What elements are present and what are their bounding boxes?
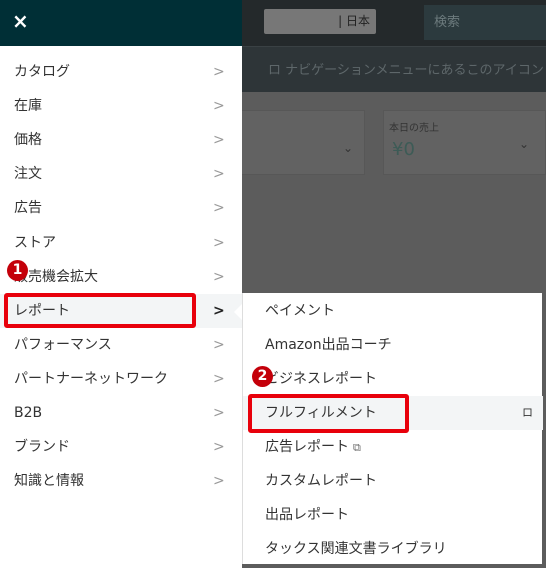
menu-item-label: パートナーネットワーク [14, 370, 168, 387]
search-input[interactable]: 検索 [424, 5, 546, 40]
submenu-item[interactable]: ビジネスレポート [243, 362, 543, 396]
chevron-right-icon: > [213, 405, 225, 421]
chevron-right-icon: > [213, 98, 225, 115]
menu-item[interactable]: 広告 > [0, 191, 242, 225]
menu-item-label: ブランド [14, 439, 70, 456]
submenu-item-label: タックス関連文書ライブラリ [265, 541, 447, 557]
menu-header: × [0, 0, 242, 46]
sales-label: 本日の売上 [389, 123, 439, 134]
close-icon[interactable]: × [12, 9, 29, 33]
chevron-right-icon: > [213, 268, 225, 285]
chevron-right-icon: > [213, 370, 225, 387]
menu-item-label: 知識と情報 [14, 473, 84, 490]
step-badge-1: 1 [7, 260, 28, 281]
menu-item-label: 価格 [14, 132, 42, 149]
submenu-item-label: ビジネスレポート [265, 371, 377, 387]
highlight-box-fulfillment [248, 394, 409, 433]
highlight-box-reports [4, 293, 196, 328]
submenu-item[interactable]: カスタムレポート [243, 464, 543, 498]
submenu-item-label: カスタムレポート [265, 473, 377, 489]
menu-item-label: 広告 [14, 200, 42, 217]
chevron-right-icon: > [213, 132, 225, 149]
menu-item-label: ストア [14, 234, 56, 251]
notice-text: ロ ナビゲーションメニューにあるこのアイコン [268, 63, 544, 78]
chevron-right-icon: > [213, 336, 225, 353]
menu-item-label: カタログ [14, 64, 70, 80]
submenu-item[interactable]: Amazon出品コーチ [243, 328, 543, 362]
menu-item[interactable]: 注文 > [0, 157, 242, 191]
submenu-item-label: 出品レポート [265, 507, 349, 523]
submenu-item[interactable]: タックス関連文書ライブラリ [243, 532, 543, 566]
menu-item[interactable]: パフォーマンス > [0, 328, 242, 362]
sales-value: ¥0 [392, 139, 415, 160]
submenu-caret [234, 304, 242, 320]
menu-item[interactable]: 価格 > [0, 123, 242, 157]
menu-item-label: 在庫 [14, 98, 42, 115]
chevron-right-icon: > [213, 439, 225, 456]
step-badge-2: 2 [252, 366, 273, 387]
submenu-item[interactable]: 出品レポート [243, 498, 543, 532]
nav-menu: × カタログ > 在庫 > 価格 > 注文 > 広告 > ストア > 販売機会拡大 > レポート > パフォーマ… [0, 0, 242, 568]
chevron-right-icon: > [213, 473, 225, 490]
menu-item-label: パフォーマンス [14, 336, 112, 353]
submenu-item[interactable]: ペイメント [243, 294, 543, 328]
menu-item[interactable]: カタログ > [0, 55, 242, 89]
submenu-item-label: 広告レポート [265, 439, 349, 455]
chevron-down-icon: ⌄ [519, 137, 530, 151]
external-link-icon: ⧉ [353, 441, 361, 454]
sales-card: 本日の売上 ¥0 ⌄ [383, 110, 546, 175]
chevron-right-icon: > [213, 302, 225, 319]
menu-item[interactable]: ストア > [0, 226, 242, 260]
menu-item-label: B2B [14, 405, 43, 421]
submenu-item[interactable]: 広告レポート ⧉ [243, 430, 543, 464]
submenu-item-label: ペイメント [265, 303, 335, 319]
dashboard-card: ⌄ [230, 110, 365, 175]
menu-item[interactable]: パートナーネットワーク > [0, 362, 242, 396]
submenu-item-label: Amazon出品コーチ [265, 337, 392, 353]
store-selector[interactable]: | 日本 [264, 9, 376, 34]
chevron-right-icon: > [213, 166, 225, 183]
chevron-down-icon: ⌄ [343, 141, 354, 155]
chevron-right-icon: > [213, 64, 225, 80]
menu-item-label: 注文 [14, 166, 42, 183]
menu-item[interactable]: ブランド > [0, 430, 242, 464]
pin-icon[interactable]: ロ [522, 396, 533, 430]
chevron-right-icon: > [213, 234, 225, 251]
menu-item[interactable]: B2B > [0, 396, 242, 430]
menu-item[interactable]: 在庫 > [0, 89, 242, 123]
menu-item[interactable]: 知識と情報 > [0, 464, 242, 498]
chevron-right-icon: > [213, 200, 225, 217]
menu-item[interactable]: 販売機会拡大 > [0, 260, 242, 294]
